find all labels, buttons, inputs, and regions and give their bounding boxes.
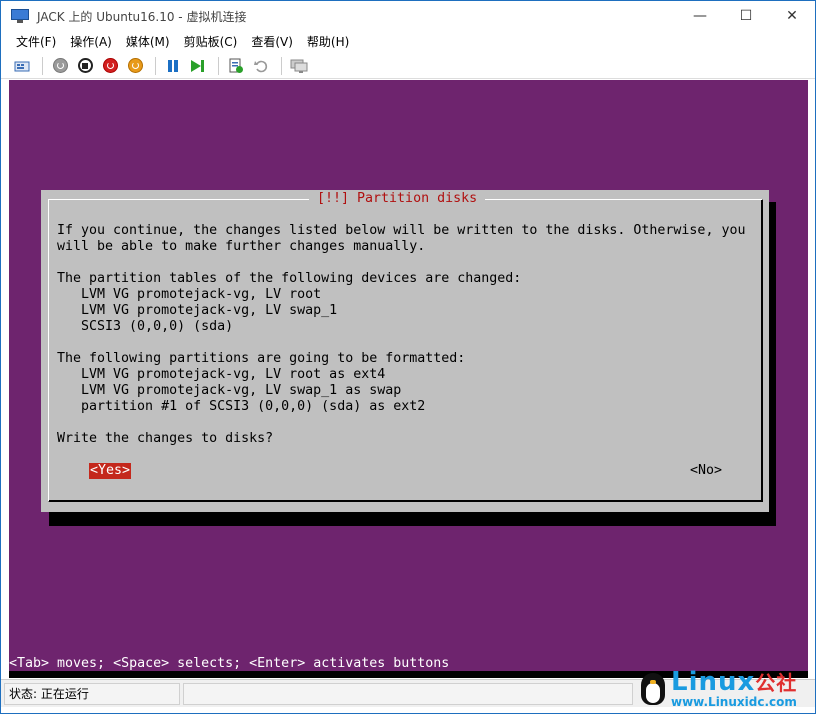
toolbar-separator <box>42 56 43 75</box>
shutdown-button[interactable] <box>99 55 121 77</box>
dialog-line: If you continue, the changes listed belo… <box>57 223 746 238</box>
logo-main-text: Linux <box>671 666 756 697</box>
menu-clipboard[interactable]: 剪贴板(C) <box>177 31 245 53</box>
maximize-button[interactable]: ☐ <box>723 1 769 31</box>
pause-icon <box>168 59 178 72</box>
dialog-title: [!!] Partition disks <box>309 191 486 207</box>
status-text: 状态: 正在运行 <box>9 687 89 701</box>
ctrl-alt-del-button[interactable] <box>11 55 33 77</box>
toolbar-separator <box>218 56 219 75</box>
vm-connection-window: JACK 上的 Ubuntu16.10 - 虚拟机连接 — ☐ ✕ 文件(F) … <box>0 0 816 714</box>
pause-button[interactable] <box>162 55 184 77</box>
dialog-question: Write the changes to disks? <box>57 431 274 446</box>
close-button[interactable]: ✕ <box>769 1 815 31</box>
dialog-line <box>57 335 757 351</box>
enhanced-session-button[interactable] <box>288 55 310 77</box>
keyboard-hint: <Tab> moves; <Space> selects; <Enter> ac… <box>9 656 450 671</box>
partition-dialog: [!!] Partition disks If you continue, th… <box>41 190 769 512</box>
menu-help[interactable]: 帮助(H) <box>300 31 356 53</box>
enhanced-session-icon <box>290 59 308 73</box>
yes-button[interactable]: <Yes> <box>89 463 132 479</box>
menu-view[interactable]: 查看(V) <box>244 31 300 53</box>
toolbar-separator <box>281 56 282 75</box>
dialog-line <box>57 415 757 431</box>
monitor-icon <box>11 8 29 24</box>
watermark-logo: Linux公社 www.Linuxidc.com <box>639 665 809 711</box>
checkpoint-button[interactable] <box>225 55 247 77</box>
status-state: 状态: 正在运行 <box>4 682 180 705</box>
dialog-line: The partition tables of the following de… <box>57 271 522 286</box>
dialog-body: If you continue, the changes listed belo… <box>57 223 757 447</box>
logo-url: www.Linuxidc.com <box>671 694 797 709</box>
menu-bar: 文件(F) 操作(A) 媒体(M) 剪贴板(C) 查看(V) 帮助(H) <box>1 31 815 53</box>
dialog-line <box>57 255 757 271</box>
dialog-line: The following partitions are going to be… <box>57 351 466 366</box>
toolbar-separator <box>155 56 156 75</box>
start-icon <box>52 58 68 73</box>
save-button[interactable] <box>124 55 146 77</box>
turn-off-icon <box>77 58 93 73</box>
dialog-line: LVM VG promotejack-vg, LV root <box>57 287 322 302</box>
revert-button[interactable] <box>250 55 272 77</box>
dialog-line: LVM VG promotejack-vg, LV swap_1 as swap <box>57 383 402 398</box>
logo-cn-text: 公社 <box>755 670 798 695</box>
dialog-line: partition #1 of SCSI3 (0,0,0) (sda) as e… <box>57 399 426 414</box>
shutdown-icon <box>102 58 118 73</box>
no-button[interactable]: <No> <box>690 463 722 479</box>
start-button[interactable] <box>49 55 71 77</box>
reset-button[interactable] <box>187 55 209 77</box>
save-icon <box>127 58 143 73</box>
dialog-line: LVM VG promotejack-vg, LV root as ext4 <box>57 367 386 382</box>
vm-screen[interactable]: [!!] Partition disks If you continue, th… <box>9 80 808 678</box>
checkpoint-icon <box>229 58 243 73</box>
title-bar[interactable]: JACK 上的 Ubuntu16.10 - 虚拟机连接 — ☐ ✕ <box>1 1 815 31</box>
minimize-button[interactable]: — <box>677 1 723 31</box>
dialog-line: SCSI3 (0,0,0) (sda) <box>57 319 234 334</box>
menu-file[interactable]: 文件(F) <box>9 31 63 53</box>
menu-action[interactable]: 操作(A) <box>63 31 119 53</box>
window-title: JACK 上的 Ubuntu16.10 - 虚拟机连接 <box>37 9 247 24</box>
turn-off-button[interactable] <box>74 55 96 77</box>
menu-media[interactable]: 媒体(M) <box>119 31 177 53</box>
ctrl-alt-del-icon <box>14 61 30 71</box>
revert-icon <box>254 60 268 72</box>
dialog-line: will be able to make further changes man… <box>57 239 426 254</box>
reset-icon <box>191 59 205 72</box>
dialog-line: LVM VG promotejack-vg, LV swap_1 <box>57 303 338 318</box>
penguin-icon <box>639 669 667 707</box>
toolbar <box>1 53 815 79</box>
status-cell-empty <box>183 682 633 705</box>
